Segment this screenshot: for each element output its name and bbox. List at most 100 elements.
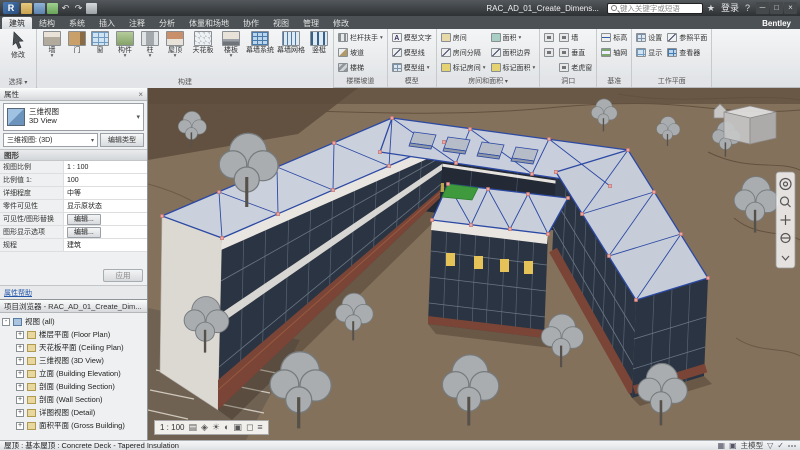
tree-item-ceiling-plan[interactable]: +天花板平面 (Ceiling Plan) xyxy=(2,341,145,354)
tab-modify[interactable]: 修改 xyxy=(326,17,356,29)
parts-visibility-value[interactable]: 显示原状态 xyxy=(64,200,147,212)
panel-label-work-plane[interactable]: 工作平面 xyxy=(632,76,711,87)
dormer-opening-button[interactable]: 老虎窗 xyxy=(557,60,594,75)
subscription-star-icon[interactable]: ★ xyxy=(705,0,717,16)
redo-icon[interactable]: ↷ xyxy=(73,3,84,14)
expand-icon[interactable]: + xyxy=(16,422,24,430)
panel-label-room-area[interactable]: 房间和面积 xyxy=(437,76,540,87)
room-button[interactable]: 房间 xyxy=(439,30,488,45)
tab-massing-site[interactable]: 体量和场地 xyxy=(182,17,236,29)
stair-button[interactable]: 楼梯 xyxy=(336,60,385,75)
level-button[interactable]: 标高 xyxy=(599,30,629,45)
sync-icon[interactable] xyxy=(47,3,58,14)
by-face-opening-button[interactable] xyxy=(542,30,556,45)
design-options-icon[interactable]: ▣ xyxy=(729,441,737,450)
tab-bentley[interactable]: Bentley xyxy=(755,17,798,29)
worksets-icon[interactable]: ▦ xyxy=(718,441,726,450)
tab-architecture[interactable]: 建筑 xyxy=(2,17,32,29)
view-scale-value[interactable]: 1 : 100 xyxy=(64,161,147,173)
floor-button[interactable]: 楼板 xyxy=(218,30,244,76)
column-button[interactable]: 柱 xyxy=(139,30,161,76)
minimize-button[interactable]: ─ xyxy=(756,2,769,14)
show-workplane-button[interactable]: 显示 xyxy=(634,45,664,60)
door-button[interactable]: 门 xyxy=(66,30,88,76)
visual-style-icon[interactable]: ◈ xyxy=(201,421,208,434)
tree-item-wall-section[interactable]: +剖面 (Wall Section) xyxy=(2,393,145,406)
scale-button[interactable]: 1 : 100 xyxy=(160,423,184,432)
model-line-button[interactable]: 模型线 xyxy=(390,45,434,60)
save-icon[interactable] xyxy=(34,3,45,14)
tree-item-elevation[interactable]: +立面 (Building Elevation) xyxy=(2,367,145,380)
ref-plane-button[interactable]: 参照平面 xyxy=(665,30,709,45)
panel-label-datum[interactable]: 基准 xyxy=(597,76,631,87)
drawing-area[interactable]: 1 : 100 ▤ ◈ ☀ ◐ ▣ ◻ ≡ xyxy=(148,88,800,440)
graphics-group-header[interactable]: 图形 xyxy=(0,149,147,161)
tab-annotate[interactable]: 注释 xyxy=(122,17,152,29)
reveal-hidden-icon[interactable]: ◻ xyxy=(246,421,253,434)
expand-icon[interactable]: + xyxy=(16,396,24,404)
graphic-options-edit-button[interactable]: 编辑... xyxy=(67,227,101,238)
tab-collaborate[interactable]: 协作 xyxy=(236,17,266,29)
properties-close-icon[interactable]: × xyxy=(138,90,143,99)
3d-view-canvas[interactable] xyxy=(148,88,800,440)
search-input[interactable]: 键入关键字或短语 xyxy=(607,3,703,14)
detail-level-icon[interactable]: ▤ xyxy=(188,421,197,434)
expand-icon[interactable]: + xyxy=(16,357,24,365)
temporary-hide-icon[interactable]: ≡ xyxy=(257,421,262,434)
room-separator-button[interactable]: 房间分隔 xyxy=(439,45,488,60)
tree-item-detail[interactable]: +详图视图 (Detail) xyxy=(2,406,145,419)
wall-button[interactable]: 墙 xyxy=(39,30,65,76)
scale-value-field[interactable]: 100 xyxy=(64,174,147,186)
viewer-button[interactable]: 查看器 xyxy=(665,45,709,60)
open-icon[interactable] xyxy=(21,3,32,14)
window-button[interactable]: 窗 xyxy=(89,30,111,76)
properties-help-link[interactable]: 属性帮助 xyxy=(4,288,32,298)
model-text-button[interactable]: A模型文字 xyxy=(390,30,434,45)
help-icon[interactable]: ? xyxy=(743,0,752,16)
ceiling-button[interactable]: 天花板 xyxy=(189,30,217,76)
tree-item-3d-view[interactable]: +三维视图 (3D View) xyxy=(2,354,145,367)
signin-button[interactable]: 登录 xyxy=(719,0,741,16)
grid-button[interactable]: 轴网 xyxy=(599,45,629,60)
panel-label-build[interactable]: 构建 xyxy=(37,77,333,88)
tree-item-floor-plan[interactable]: +楼层平面 (Floor Plan) xyxy=(2,328,145,341)
detail-level-value[interactable]: 中等 xyxy=(64,187,147,199)
tab-manage[interactable]: 管理 xyxy=(296,17,326,29)
shaft-opening-button[interactable] xyxy=(542,45,556,60)
tag-room-button[interactable]: 标记房间 xyxy=(439,60,488,75)
area-button[interactable]: 面积 xyxy=(489,30,538,45)
discipline-value[interactable]: 建筑 xyxy=(64,239,147,251)
maximize-button[interactable]: □ xyxy=(770,2,783,14)
model-group-button[interactable]: 模型组 xyxy=(390,60,434,75)
modify-button[interactable]: 修改 xyxy=(2,30,34,76)
undo-icon[interactable]: ↶ xyxy=(60,3,71,14)
sun-path-icon[interactable]: ☀ xyxy=(212,421,220,434)
edit-type-button[interactable]: 编辑类型 xyxy=(100,133,144,147)
collapse-icon[interactable]: - xyxy=(2,318,10,326)
select-toggle-icon[interactable]: ✓ xyxy=(777,441,784,450)
close-button[interactable]: × xyxy=(784,2,797,14)
tree-root-views[interactable]: -视图 (all) xyxy=(2,315,145,328)
tag-area-button[interactable]: 标记面积 xyxy=(489,60,538,75)
panel-label-select[interactable]: 选择 xyxy=(0,77,36,88)
shadows-icon[interactable]: ◐ xyxy=(224,421,229,434)
area-boundary-button[interactable]: 面积边界 xyxy=(489,45,538,60)
panel-label-opening[interactable]: 洞口 xyxy=(540,76,596,87)
type-selector[interactable]: 三维视图 3D View xyxy=(3,103,144,131)
expand-icon[interactable]: + xyxy=(16,344,24,352)
filter-icon[interactable]: ▽ xyxy=(767,441,773,450)
curtain-system-button[interactable]: 幕墙系统 xyxy=(245,30,275,76)
mullion-button[interactable]: 竖梃 xyxy=(307,30,331,76)
tab-view[interactable]: 视图 xyxy=(266,17,296,29)
tab-analyze[interactable]: 分析 xyxy=(152,17,182,29)
set-workplane-button[interactable]: 设置 xyxy=(634,30,664,45)
courtyard-wing[interactable] xyxy=(428,220,548,338)
roof-button[interactable]: 屋顶 xyxy=(162,30,188,76)
vertical-opening-button[interactable]: 垂直 xyxy=(557,45,594,60)
ramp-button[interactable]: 坡道 xyxy=(336,45,385,60)
visibility-edit-button[interactable]: 编辑... xyxy=(67,214,101,225)
tree-item-area-plan[interactable]: +面积平面 (Gross Building) xyxy=(2,419,145,432)
expand-icon[interactable]: + xyxy=(16,383,24,391)
expand-icon[interactable]: + xyxy=(16,409,24,417)
expand-icon[interactable]: + xyxy=(16,331,24,339)
